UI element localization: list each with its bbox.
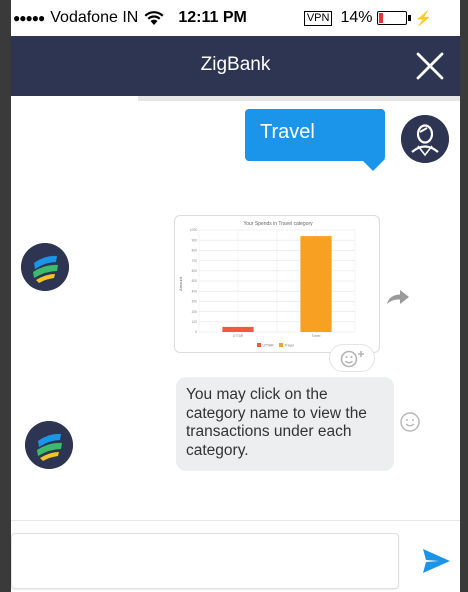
- chart-x-ticks: UTTAR Travel: [233, 334, 321, 338]
- wifi-icon: [144, 11, 164, 25]
- clock: 12:11 PM: [178, 9, 247, 26]
- chart-y-tick-label: 400: [192, 289, 198, 293]
- chart-y-tick-label: 300: [192, 300, 198, 304]
- vpn-badge: VPN: [303, 10, 333, 26]
- chart-y-tick-label: 200: [192, 310, 198, 314]
- chart-title: Your Spends in Travel category: [243, 221, 313, 227]
- chart-y-tick-label: 600: [192, 269, 198, 273]
- share-icon[interactable]: [385, 287, 411, 307]
- battery-icon: [377, 11, 412, 25]
- user-message-bubble: Travel: [245, 109, 385, 161]
- app-frame: ●●●●● Vodafone IN 12:11 PM VPN 14% ⚡ Zig…: [0, 0, 468, 592]
- app-header: ZigBank: [11, 36, 460, 96]
- message-input[interactable]: [11, 533, 399, 589]
- send-button[interactable]: [421, 547, 451, 575]
- battery-tip: [408, 15, 412, 21]
- bot-logo-icon: [21, 243, 69, 291]
- chart-x-tick-label: UTTAR: [233, 334, 244, 338]
- chart-bar[interactable]: [222, 326, 254, 332]
- chat-area[interactable]: Travel Your Spends in Travel category Am…: [11, 101, 460, 520]
- chart-bar[interactable]: [300, 236, 332, 332]
- battery-percent: 14%: [340, 9, 373, 26]
- bot-message-line: category name to view the: [186, 404, 367, 422]
- chart-x-tick-label: Travel: [312, 334, 321, 338]
- battery-fill: [379, 13, 384, 23]
- chart-legend-label: UTTAR: [263, 344, 275, 348]
- chart-legend-swatch: [279, 343, 283, 347]
- carrier-name: Vodafone IN: [50, 9, 139, 26]
- chart-legend-swatch: [257, 343, 261, 347]
- user-avatar-icon: [401, 115, 449, 163]
- chart-y-tick-label: 700: [192, 259, 198, 263]
- signal-strength: ●●●●●: [13, 11, 45, 25]
- close-button[interactable]: [414, 50, 446, 82]
- device-edge-left: [0, 0, 11, 592]
- bot-message-line: You may click on the: [186, 386, 328, 403]
- user-message-text: Travel: [260, 121, 315, 143]
- bot-avatar: [21, 243, 69, 291]
- chart-card[interactable]: Your Spends in Travel category Amount 0 1…: [174, 215, 380, 353]
- bot-message-bubble: You may click on the category name to vi…: [176, 377, 394, 471]
- bot-message-line: category.: [186, 441, 249, 459]
- chart-y-axis-label: Amount: [178, 276, 183, 291]
- bot-logo-icon: [25, 421, 73, 469]
- chart-y-tick-label: 500: [192, 279, 198, 283]
- device-edge-right: [460, 0, 468, 592]
- chart-y-tick-label: 800: [192, 249, 198, 253]
- user-avatar: [401, 115, 449, 163]
- bot-message-line: transactions under each: [186, 423, 352, 440]
- chart-legend: UTTAR Travel: [257, 343, 294, 348]
- emoji-add-icon: [340, 350, 364, 368]
- smiley-icon[interactable]: [399, 411, 421, 433]
- status-bar: ●●●●● Vodafone IN 12:11 PM VPN 14% ⚡: [11, 0, 460, 36]
- chart-y-tick-label: 100: [192, 320, 198, 324]
- add-reaction-button[interactable]: [329, 344, 375, 372]
- spends-chart[interactable]: Your Spends in Travel category Amount 0 1…: [175, 216, 381, 354]
- chart-legend-label: Travel: [285, 344, 295, 348]
- chart-y-tick-label: 900: [192, 238, 198, 242]
- chart-y-tick-label: 1000: [190, 228, 197, 232]
- chart-y-tick-label: 0: [195, 330, 197, 334]
- bot-avatar: [25, 421, 73, 469]
- app-title: ZigBank: [200, 54, 271, 75]
- charging-icon: ⚡: [414, 9, 432, 26]
- composer: [11, 520, 460, 592]
- user-bubble-tail: [361, 159, 385, 171]
